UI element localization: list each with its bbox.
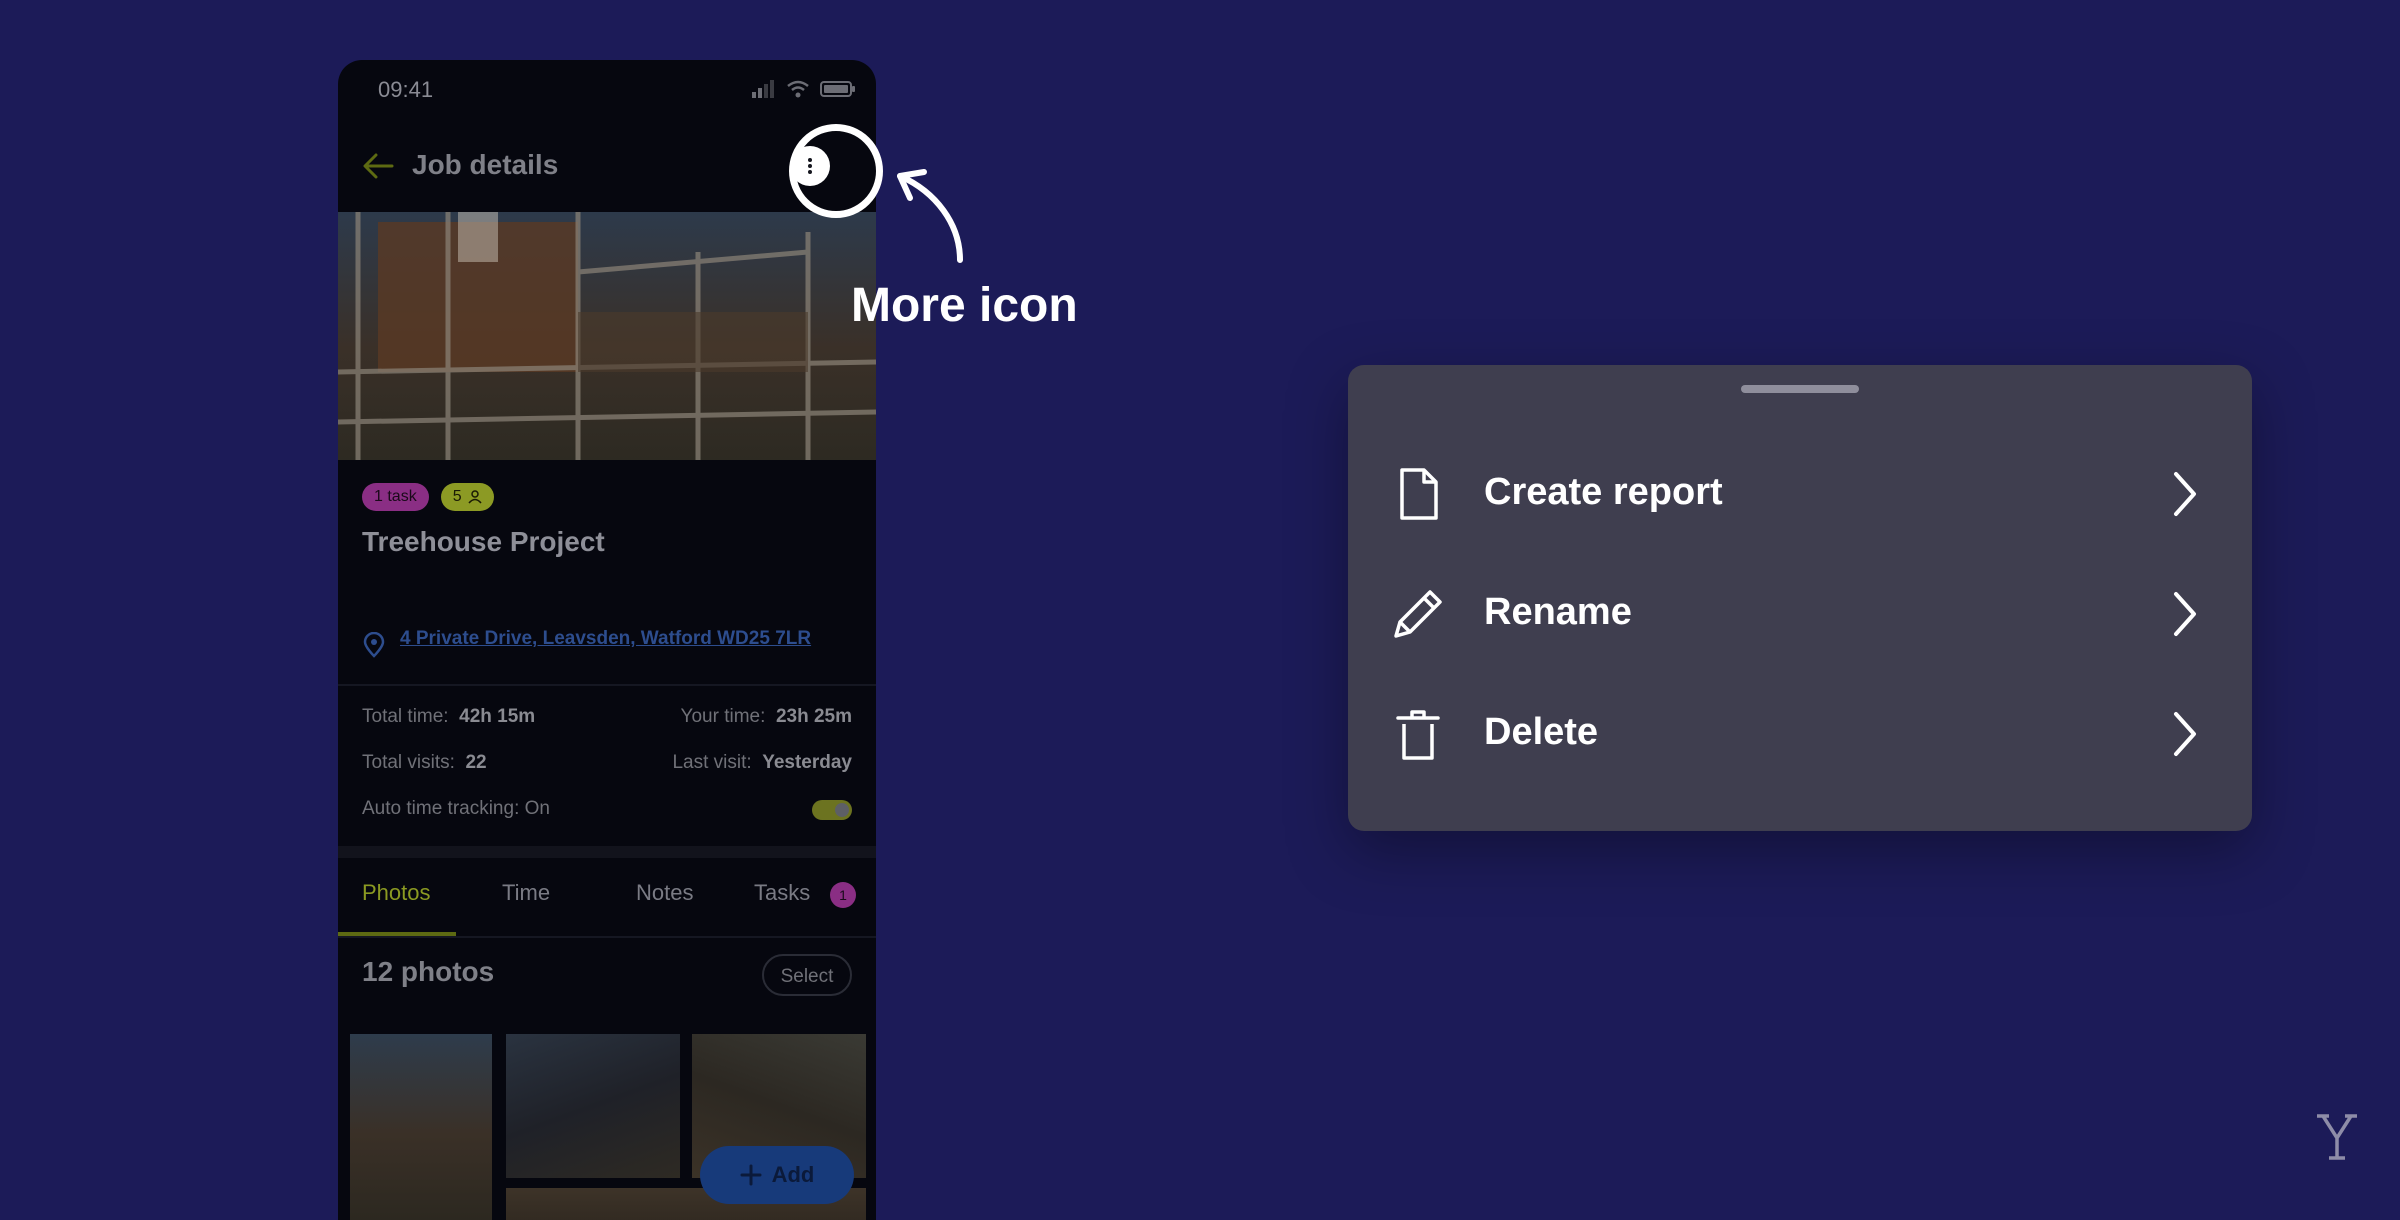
chevron-right-icon [2174, 712, 2196, 756]
job-badges: 1 task 5 [362, 483, 494, 511]
action-sheet: Create report Rename Delete [1348, 365, 2252, 831]
sheet-item-label: Create report [1484, 471, 1723, 513]
auto-tracking-toggle[interactable] [812, 800, 852, 820]
section-gap [338, 846, 876, 858]
total-time-stat: Total time: 42h 15m [362, 706, 536, 727]
sheet-item-delete[interactable]: Delete [1348, 684, 2252, 784]
add-button[interactable]: Add [700, 1146, 854, 1204]
task-count-badge: 1 task [362, 483, 429, 511]
divider [338, 684, 876, 686]
tab-notes[interactable]: Notes [636, 880, 693, 906]
your-time-stat: Your time: 23h 25m [680, 706, 852, 727]
photos-count: 12 photos [362, 956, 495, 987]
status-icons [752, 80, 856, 98]
plus-icon [740, 1164, 762, 1186]
photo-thumbnail[interactable] [506, 1034, 680, 1178]
auto-tracking-stat: Auto time tracking: On [362, 798, 550, 819]
sheet-item-rename[interactable]: Rename [1348, 564, 2252, 664]
sheet-item-label: Rename [1484, 591, 1632, 633]
divider [338, 936, 876, 938]
highlight-ring [789, 124, 883, 218]
tab-time[interactable]: Time [502, 880, 550, 906]
sheet-handle[interactable] [1741, 385, 1859, 393]
total-visits-stat: Total visits: 22 [362, 752, 487, 773]
last-visit-stat: Last visit: Yesterday [672, 752, 852, 773]
photo-thumbnail[interactable] [350, 1034, 492, 1220]
annotation-label: More icon [851, 279, 1078, 332]
trash-icon [1396, 710, 1440, 760]
sheet-item-create-report[interactable]: Create report [1348, 444, 2252, 544]
project-title: Treehouse Project [362, 526, 605, 557]
person-icon [468, 490, 482, 504]
wifi-icon [787, 80, 809, 98]
tab-photos[interactable]: Photos [362, 880, 431, 906]
chevron-right-icon [2174, 472, 2196, 516]
back-arrow-icon[interactable] [360, 150, 396, 182]
sheet-item-label: Delete [1484, 711, 1599, 753]
chevron-right-icon [2174, 592, 2196, 636]
signal-icon [752, 80, 774, 98]
tasks-count-badge: 1 [830, 882, 856, 908]
brand-logo-icon [2317, 1114, 2357, 1160]
treehouse-photo [338, 212, 876, 460]
status-time: 09:41 [378, 77, 434, 102]
select-button[interactable]: Select [762, 954, 852, 996]
page-title: Job details [412, 149, 559, 180]
hero-photo [338, 212, 876, 460]
tab-bar: Photos Time Notes Tasks 1 [338, 858, 876, 936]
people-count-badge: 5 [440, 483, 494, 511]
battery-icon [820, 81, 855, 97]
phone-screen: 09:41 Job details 1 task 5 Treehouse Pro… [338, 60, 876, 1220]
tab-tasks[interactable]: Tasks [754, 880, 810, 906]
location-pin-icon [363, 632, 385, 658]
annotation-arrow-icon [897, 169, 963, 263]
status-bar: 09:41 [338, 60, 876, 120]
document-icon [1400, 468, 1438, 520]
address-link[interactable]: 4 Private Drive, Leavsden, Watford WD25 … [400, 628, 811, 650]
pencil-icon [1394, 590, 1442, 638]
